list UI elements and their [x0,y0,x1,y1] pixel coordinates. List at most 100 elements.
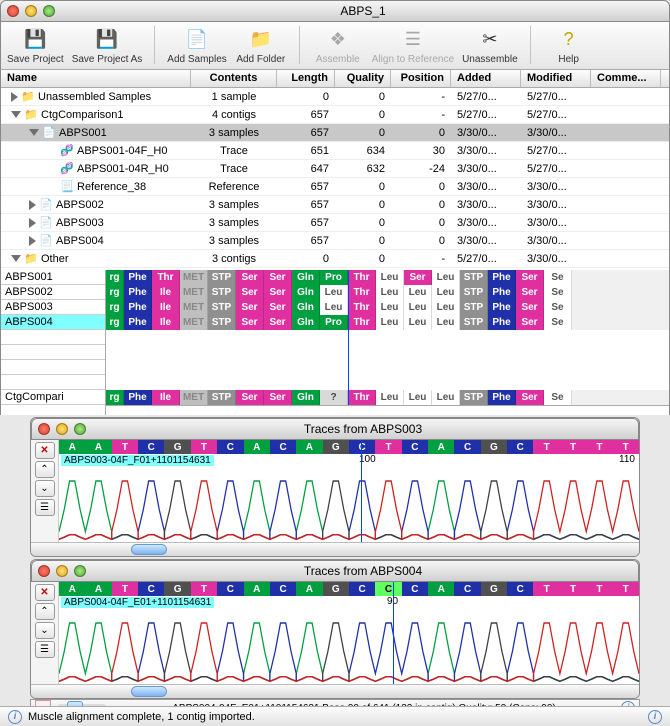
close-trace-button[interactable]: ✕ [35,584,55,601]
item-name: CtgComparison1 [41,109,124,121]
table-row[interactable]: 📄ABPS0013 samples657003/30/0...3/30/0... [1,124,669,142]
scrollbar[interactable] [31,542,639,556]
table-row[interactable]: 📁CtgComparison14 contigs6570-5/27/0...5/… [1,106,669,124]
trace-view[interactable]: AATCGTCACAGCTCACGCTTTTABPS003-04F_F01+11… [59,440,639,542]
minimize-icon[interactable] [56,423,68,435]
trace-title: Traces from ABPS003 [94,422,632,436]
disclosure-icon[interactable] [29,129,39,136]
consensus-label[interactable]: CtgCompari [1,390,105,405]
table-row[interactable]: 📄ABPS0023 samples657003/30/0...3/30/0... [1,196,669,214]
scrollbar-thumb[interactable] [131,686,167,697]
scrollbar[interactable] [31,684,639,698]
table-row[interactable]: 📁Other3 contigs00-5/27/0...3/30/0... [1,250,669,268]
alignment-label[interactable]: ABPS001 [1,270,105,285]
assemble-icon: ❖ [325,26,351,52]
trace-window: Traces from ABPS004✕⌃⌄☰AATCGTCACAGCCCACG… [30,559,640,699]
chromatogram [59,470,639,542]
sequence-row[interactable]: rgPheIleMETSTPSerSerGlnLeuThrLeuLeuLeuST… [106,300,669,315]
col-contents[interactable]: Contents [191,70,277,87]
trace-cursor[interactable] [361,440,362,542]
footer-message: Muscle alignment complete, 1 contig impo… [28,711,255,723]
help-button[interactable]: ?Help [543,26,595,65]
item-name: ABPS001-04F_H0 [77,145,168,157]
base-bar: AATCGTCACAGCTCACGCTTTT [59,440,639,454]
col-length[interactable]: Length [277,70,335,87]
alignment-label[interactable]: ABPS003 [1,300,105,315]
disclosure-icon[interactable] [11,111,21,118]
col-quality[interactable]: Quality [335,70,391,87]
add-samples-button[interactable]: 📄Add Samples [167,26,226,65]
atgc-button[interactable]: ☰ [35,499,55,516]
table-row[interactable]: 🧬ABPS001-04R_H0Trace647632-243/30/0...5/… [1,160,669,178]
plus-file-icon: 📄 [184,26,210,52]
save-project-button[interactable]: 💾Save Project [7,26,64,65]
item-icon: 🧬 [60,144,74,158]
col-comments[interactable]: Comme... [591,70,661,87]
table-row[interactable]: 📄ABPS0033 samples657003/30/0...3/30/0... [1,214,669,232]
project-table: Name Contents Length Quality Position Ad… [0,70,670,270]
table-row[interactable]: 📁Unassembled Samples1 sample00-5/27/0...… [1,88,669,106]
disclosure-icon[interactable] [29,218,36,228]
sequence-row[interactable]: rgPheIleMETSTPSerSerGlnLeuThrLeuLeuLeuST… [106,285,669,300]
item-icon: 📄 [39,198,53,212]
info-icon[interactable]: i [648,710,662,724]
table-row[interactable]: 🧬ABPS001-04F_H0Trace651634303/30/0...5/2… [1,142,669,160]
table-row[interactable]: 📃Reference_38Reference657003/30/0...3/30… [1,178,669,196]
toolbar: 💾Save Project 💾Save Project As 📄Add Samp… [0,22,670,70]
alignment-cursor[interactable] [348,270,349,415]
ruler: 110120130140150 [106,405,669,415]
trace-cursor[interactable] [393,582,394,684]
table-row[interactable]: 📄ABPS0043 samples657003/30/0...3/30/0... [1,232,669,250]
alignment-label[interactable]: ABPS004 [1,315,105,330]
col-added[interactable]: Added [451,70,521,87]
zoom-icon[interactable] [74,565,86,577]
disclosure-icon[interactable] [29,236,36,246]
save-project-as-button[interactable]: 💾Save Project As [72,26,143,65]
scroll-up-button[interactable]: ⌃ [35,603,55,620]
close-trace-button[interactable]: ✕ [35,442,55,459]
col-modified[interactable]: Modified [521,70,591,87]
chromatogram [59,612,639,684]
zoom-icon[interactable] [43,5,55,17]
sequence-row[interactable]: rgPheIleMETSTPSerSerGlnProThrLeuLeuLeuST… [106,315,669,330]
trace-label: ABPS003-04F_F01+1101154631 [61,455,214,466]
disclosure-icon[interactable] [11,92,18,102]
alignment-label[interactable]: ABPS002 [1,285,105,300]
zoom-icon[interactable] [74,423,86,435]
info-icon[interactable]: i [8,710,22,724]
item-icon: 📁 [21,90,35,104]
scroll-down-button[interactable]: ⌄ [35,622,55,639]
trace-window: Traces from ABPS003✕⌃⌄☰AATCGTCACAGCTCACG… [30,417,640,557]
sequence-row[interactable]: rgPheIleMETSTPSerSerGln?ThrLeuLeuLeuSTPP… [106,390,669,405]
disclosure-icon[interactable] [29,200,36,210]
item-name: ABPS001-04R_H0 [77,163,169,175]
alignment-pane: ABPS001ABPS002ABPS003ABPS004 CtgCompari r… [0,270,670,415]
item-name: ABPS002 [56,199,104,211]
scrollbar-thumb[interactable] [131,544,167,555]
close-icon[interactable] [38,565,50,577]
floppy-icon: 💾 [22,26,48,52]
item-icon: 📄 [39,234,53,248]
scroll-down-button[interactable]: ⌄ [35,480,55,497]
add-folder-button[interactable]: 📁Add Folder [235,26,287,65]
scroll-up-button[interactable]: ⌃ [35,461,55,478]
item-icon: 📁 [24,108,38,122]
atgc-button[interactable]: ☰ [35,641,55,658]
base-bar: AATCGTCACAGCCCACGCTTTT [59,582,639,596]
close-icon[interactable] [38,423,50,435]
minimize-icon[interactable] [56,565,68,577]
close-icon[interactable] [7,5,19,17]
sequence-row[interactable]: rgPheThrMETSTPSerSerGlnProThrLeuSerLeuST… [106,270,669,285]
help-icon: ? [556,26,582,52]
minimize-icon[interactable] [25,5,37,17]
col-position[interactable]: Position [391,70,451,87]
trace-view[interactable]: AATCGTCACAGCCCACGCTTTTABPS004-04F_E01+11… [59,582,639,684]
col-name[interactable]: Name [1,70,191,87]
unassemble-button[interactable]: ✂Unassemble [462,26,518,65]
item-icon: 📃 [60,180,74,194]
assemble-button: ❖Assemble [312,26,364,65]
item-icon: 🧬 [60,162,74,176]
item-icon: 📁 [24,252,38,266]
item-name: ABPS001 [59,127,107,139]
disclosure-icon[interactable] [11,255,21,262]
